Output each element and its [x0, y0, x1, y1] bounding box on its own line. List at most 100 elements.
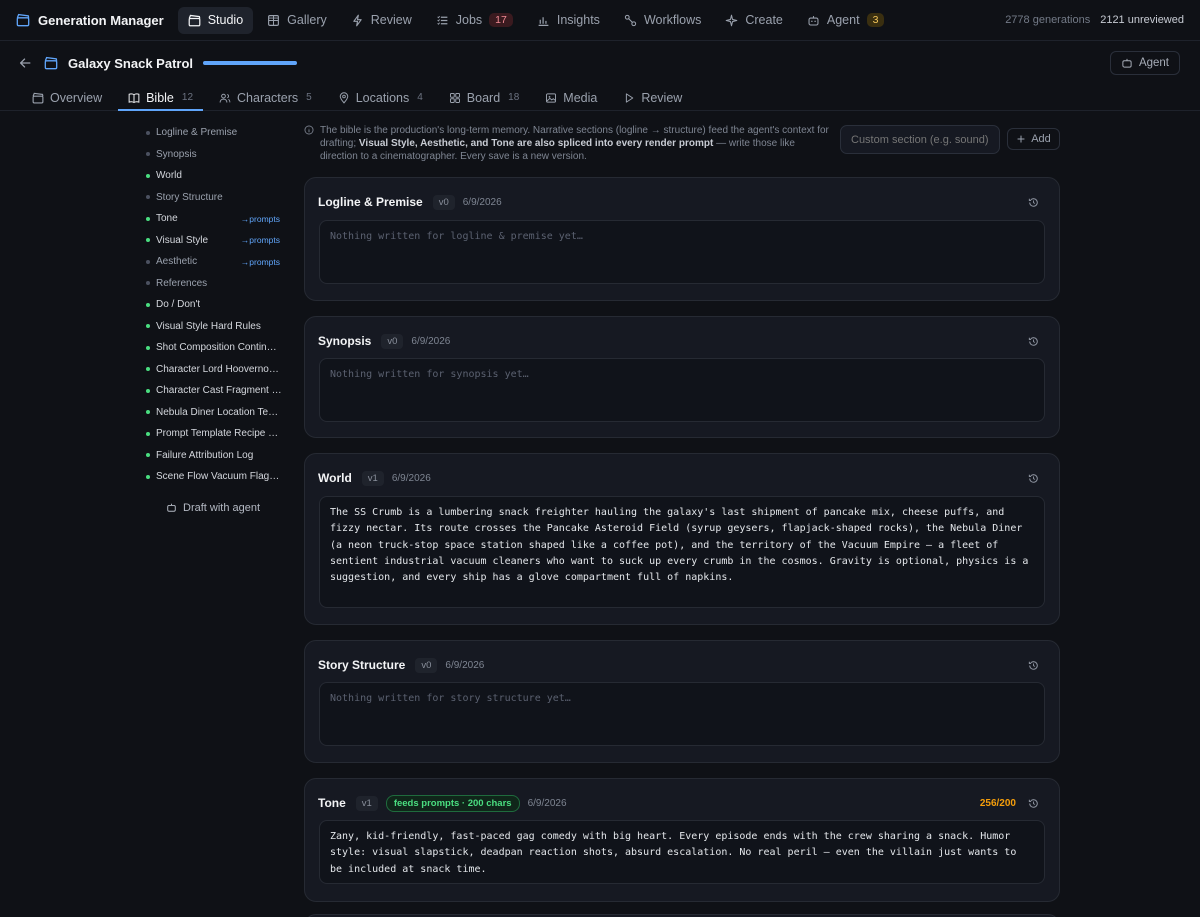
history-icon[interactable]	[1028, 197, 1039, 208]
bible-info-note: The bible is the production's long-term …	[304, 124, 832, 163]
sidebar-item-character-lord[interactable]: Character Lord Hoovernox…	[146, 359, 286, 381]
sidebar-item-synopsis[interactable]: Synopsis	[146, 144, 286, 166]
sidebar-item-story-structure[interactable]: Story Structure	[146, 187, 286, 209]
section-text-area[interactable]: Nothing written for synopsis yet…	[319, 358, 1045, 422]
history-icon[interactable]	[1028, 660, 1039, 671]
sidebar-item-label: Story Structure	[156, 191, 223, 203]
sidebar-item-logline[interactable]: Logline & Premise	[146, 122, 286, 144]
sidebar-item-nebula-diner[interactable]: Nebula Diner Location Te…	[146, 402, 286, 424]
card-header: Logline & Premise v0 6/9/2026	[318, 192, 1039, 212]
nav-label: Agent	[826, 13, 860, 27]
sidebar-item-scene-flow[interactable]: Scene Flow Vacuum Flags…	[146, 466, 286, 488]
tab-count: 4	[417, 92, 423, 103]
card-date: 6/9/2026	[411, 335, 451, 347]
nav-workflows[interactable]: Workflows	[614, 7, 711, 34]
image-icon	[545, 92, 557, 104]
clapperboard-icon	[32, 92, 44, 104]
generation-stats: 2778 generations 2121 unreviewed	[1005, 14, 1184, 26]
prompts-tag: →prompts	[240, 256, 280, 267]
sidebar-item-prompt-template[interactable]: Prompt Template Recipe L…	[146, 423, 286, 445]
agent-button[interactable]: Agent	[1109, 51, 1180, 75]
tab-label: Locations	[355, 90, 410, 105]
card-date: 6/9/2026	[462, 196, 502, 208]
brand-title: Generation Manager	[38, 12, 164, 28]
tab-review[interactable]: Review	[613, 85, 692, 110]
workflow-icon	[624, 14, 637, 27]
sidebar-item-label: Visual Style	[156, 234, 209, 246]
version-badge[interactable]: v1	[355, 795, 378, 811]
status-dot	[146, 216, 150, 221]
nav-insights[interactable]: Insights	[527, 7, 610, 34]
sidebar-item-label: Character Lord Hoovernox…	[156, 363, 282, 375]
sidebar-item-character-cast[interactable]: Character Cast Fragment …	[146, 380, 286, 402]
tab-label: Media	[563, 90, 598, 105]
card-date: 6/9/2026	[391, 472, 431, 484]
sidebar-item-references[interactable]: References	[146, 273, 286, 295]
sidebar-item-shot-composition[interactable]: Shot Composition Continui…	[146, 337, 286, 359]
section-text-area[interactable]: The SS Crumb is a lumbering snack freigh…	[319, 496, 1045, 608]
nav-label: Insights	[556, 13, 600, 27]
tab-label: Bible	[146, 90, 174, 105]
book-icon	[128, 92, 140, 104]
version-badge[interactable]: v0	[415, 657, 438, 673]
history-icon[interactable]	[1028, 473, 1039, 484]
section-text-area[interactable]: Zany, kid-friendly, fast-paced gag comed…	[319, 820, 1045, 884]
add-section-button[interactable]: Add	[1007, 128, 1060, 150]
nav-studio[interactable]: Studio	[177, 6, 254, 34]
nav-label: Create	[745, 13, 783, 27]
version-badge[interactable]: v0	[432, 194, 455, 210]
history-icon[interactable]	[1028, 798, 1039, 809]
bible-section-card-logline: Logline & Premise v0 6/9/2026 Nothing wr…	[304, 177, 1060, 301]
tab-board[interactable]: Board 18	[439, 85, 529, 110]
section-text-area[interactable]: Nothing written for logline & premise ye…	[319, 220, 1045, 284]
bar-chart-icon	[537, 14, 550, 27]
card-header: World v1 6/9/2026	[318, 468, 1039, 488]
sidebar-item-do-dont[interactable]: Do / Don't	[146, 294, 286, 316]
nav-jobs[interactable]: Jobs 17	[426, 7, 523, 34]
tab-bible[interactable]: Bible 12	[118, 85, 203, 111]
nav-create[interactable]: Create	[715, 7, 793, 34]
section-text-area[interactable]: Nothing written for story structure yet…	[319, 682, 1045, 746]
card-title: Tone	[318, 796, 346, 810]
status-dot	[146, 388, 150, 393]
sidebar-item-visual-style-hard-rules[interactable]: Visual Style Hard Rules	[146, 316, 286, 338]
history-icon[interactable]	[1028, 336, 1039, 347]
back-arrow-icon[interactable]	[18, 56, 32, 70]
draft-with-agent-button[interactable]: Draft with agent	[166, 498, 286, 518]
custom-section-input[interactable]	[840, 125, 1000, 154]
sidebar-item-label: References	[156, 277, 208, 289]
sidebar-item-visual-style[interactable]: Visual Style →prompts	[146, 230, 286, 252]
sidebar-item-tone[interactable]: Tone →prompts	[146, 208, 286, 230]
nav-gallery[interactable]: Gallery	[257, 7, 337, 34]
sidebar-item-world[interactable]: World	[146, 165, 286, 187]
project-tabs: Overview Bible 12 Characters 5 Locations…	[0, 85, 1200, 111]
tab-media[interactable]: Media	[535, 85, 607, 110]
card-date: 6/9/2026	[445, 659, 485, 671]
sidebar-item-aesthetic[interactable]: Aesthetic →prompts	[146, 251, 286, 273]
sidebar-item-label: World	[156, 170, 182, 182]
sidebar-item-label: Scene Flow Vacuum Flags…	[156, 471, 282, 483]
tab-count: 12	[181, 92, 194, 103]
nav-label: Studio	[207, 13, 244, 27]
nav-label: Gallery	[287, 13, 327, 27]
tab-label: Overview	[50, 90, 103, 105]
nav-review[interactable]: Review	[341, 7, 422, 34]
info-text: The bible is the production's long-term …	[320, 124, 832, 163]
robot-icon	[166, 502, 177, 513]
version-badge[interactable]: v0	[381, 333, 404, 349]
tab-locations[interactable]: Locations 4	[328, 85, 433, 110]
tab-characters[interactable]: Characters 5	[209, 85, 322, 110]
info-icon	[304, 125, 314, 163]
sidebar-item-label: Synopsis	[156, 148, 197, 160]
card-title: Logline & Premise	[318, 195, 423, 209]
sidebar-item-failure-log[interactable]: Failure Attribution Log	[146, 445, 286, 467]
nav-agent[interactable]: Agent 3	[797, 7, 895, 34]
card-header: Story Structure v0 6/9/2026	[318, 655, 1039, 675]
unreviewed-count[interactable]: 2121 unreviewed	[1100, 14, 1184, 26]
brand[interactable]: Generation Manager	[16, 13, 164, 28]
tab-overview[interactable]: Overview	[22, 85, 112, 110]
status-dot	[146, 152, 150, 157]
version-badge[interactable]: v1	[361, 470, 384, 486]
card-date: 6/9/2026	[527, 797, 567, 809]
agent-button-label: Agent	[1138, 57, 1169, 69]
